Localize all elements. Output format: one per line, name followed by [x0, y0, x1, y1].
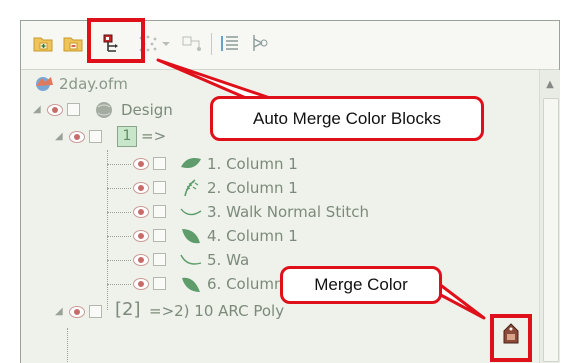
callout-merge-color-text: Merge Color	[314, 275, 408, 294]
callout-auto-merge-text: Auto Merge Color Blocks	[252, 108, 442, 128]
callout-auto-merge: Auto Merge Color Blocks	[210, 96, 484, 141]
callout-pointer	[156, 58, 486, 320]
callout-merge-color: Merge Color	[280, 266, 442, 304]
